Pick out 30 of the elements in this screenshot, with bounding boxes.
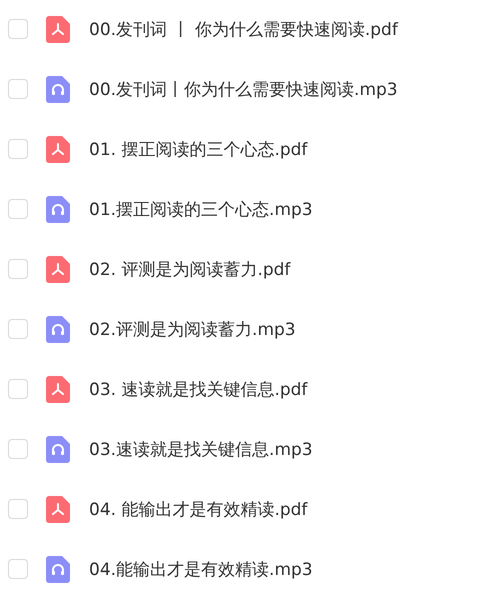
pdf-file-icon xyxy=(46,136,70,162)
pdf-file-icon xyxy=(46,496,70,522)
file-name[interactable]: 04.能输出才是有效精读.mp3 xyxy=(89,558,313,580)
file-name[interactable]: 02.评测是为阅读蓄力.mp3 xyxy=(89,318,296,340)
checkbox[interactable] xyxy=(8,439,28,459)
headphones-file-icon xyxy=(46,316,70,342)
checkbox[interactable] xyxy=(8,499,28,519)
checkbox[interactable] xyxy=(8,379,28,399)
file-name[interactable]: 03.速读就是找关键信息.mp3 xyxy=(89,438,313,460)
pdf-file-icon xyxy=(46,256,70,282)
checkbox[interactable] xyxy=(8,319,28,339)
pdf-file-icon xyxy=(46,376,70,402)
checkbox[interactable] xyxy=(8,79,28,99)
pdf-file-icon xyxy=(46,16,70,42)
headphones-file-icon xyxy=(46,556,70,582)
file-name[interactable]: 01.摆正阅读的三个心态.mp3 xyxy=(89,198,313,220)
checkbox[interactable] xyxy=(8,19,28,39)
checkbox[interactable] xyxy=(8,259,28,279)
checkbox[interactable] xyxy=(8,559,28,579)
file-name[interactable]: 00.发刊词丨你为什么需要快速阅读.mp3 xyxy=(89,78,398,100)
headphones-file-icon xyxy=(46,196,70,222)
headphones-file-icon xyxy=(46,436,70,462)
headphones-file-icon xyxy=(46,76,70,102)
file-name[interactable]: 01. 摆正阅读的三个心态.pdf xyxy=(89,138,308,160)
file-name[interactable]: 02. 评测是为阅读蓄力.pdf xyxy=(89,258,290,280)
file-name[interactable]: 04. 能输出才是有效精读.pdf xyxy=(89,498,308,520)
file-name[interactable]: 03. 速读就是找关键信息.pdf xyxy=(89,378,308,400)
checkbox[interactable] xyxy=(8,139,28,159)
file-name[interactable]: 00.发刊词 丨 你为什么需要快速阅读.pdf xyxy=(89,18,398,40)
checkbox[interactable] xyxy=(8,199,28,219)
